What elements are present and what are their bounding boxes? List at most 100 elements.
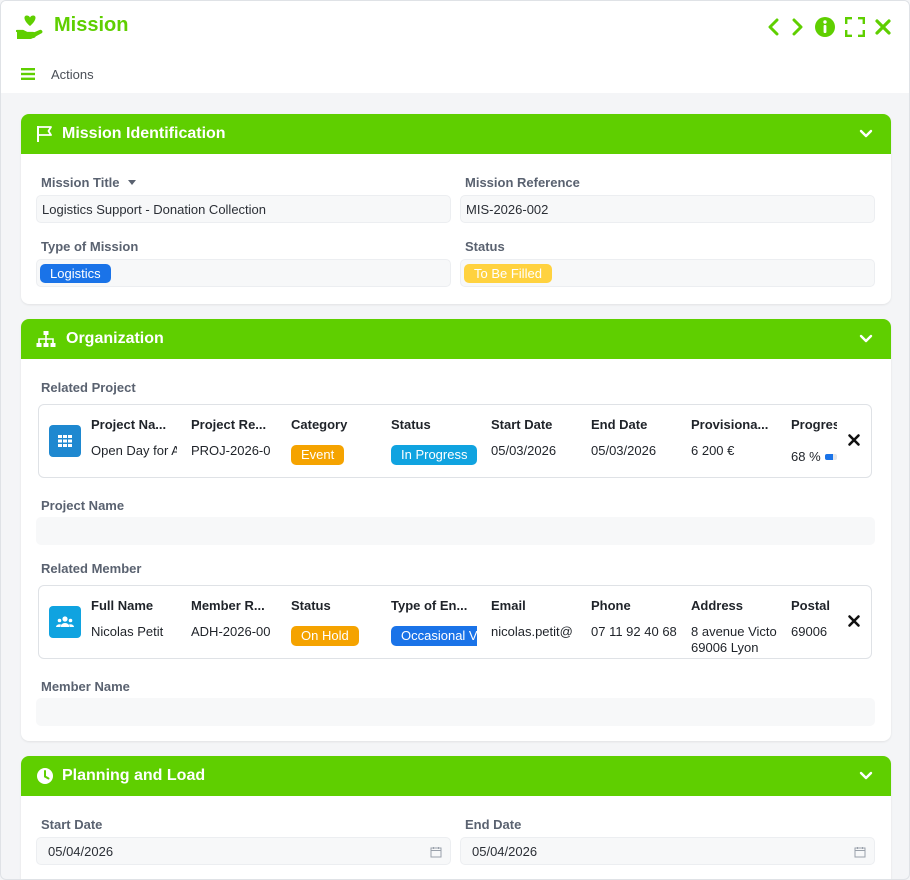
member-status-cell: Status On Hold [291, 586, 377, 658]
cell-value: 6 200 € [691, 443, 735, 458]
status-field[interactable]: To Be Filled [460, 259, 875, 287]
cell-value: 05/03/2026 [591, 443, 657, 458]
sort-down-icon[interactable] [127, 179, 137, 187]
column-header: Postal C [791, 598, 833, 613]
member-avatar [49, 606, 81, 638]
actions-menu[interactable]: Actions [51, 67, 94, 82]
column-header: Full Name [91, 598, 154, 613]
member-address-cell: Address 8 avenue Victo 69006 Lyon [691, 586, 777, 658]
project-budget-cell: Provisiona... 6 200 € [691, 405, 777, 477]
section-header[interactable]: Planning and Load [21, 756, 891, 796]
title-bar: Mission [1, 1, 909, 53]
section-title: Planning and Load [62, 767, 206, 784]
project-start-date-cell: Start Date 05/03/2026 [491, 405, 577, 477]
column-header: Type of En... [391, 598, 468, 613]
calendar-icon[interactable] [854, 846, 866, 858]
cell-value: nicolas.petit@ [491, 624, 573, 639]
related-project-label: Related Project [41, 380, 136, 395]
category-badge: Event [291, 445, 345, 465]
related-member-row[interactable]: Full Name Nicolas Petit Member R... ADH-… [38, 585, 872, 659]
hamburger-menu-icon[interactable] [21, 68, 35, 80]
cell-value: ADH-2026-00 [191, 624, 271, 639]
member-name-label: Member Name [41, 679, 130, 694]
expand-icon [845, 17, 865, 37]
cell-value: 07 11 92 40 68 [591, 624, 677, 639]
status-badge: In Progress [391, 445, 477, 465]
status-badge: To Be Filled [464, 264, 552, 283]
column-header: Status [391, 417, 431, 432]
mission-type-field[interactable]: Logistics [36, 259, 451, 287]
column-header: Project Na... [91, 417, 167, 432]
chevron-right-icon [792, 18, 803, 36]
address-line-2: 69006 Lyon [691, 640, 759, 655]
mission-title-label: Mission Title [41, 175, 137, 190]
actions-bar: Actions [1, 53, 909, 93]
window-title: Mission [54, 14, 129, 36]
column-header: Progres [791, 417, 837, 432]
column-header: Phone [591, 598, 631, 613]
related-project-row[interactable]: Project Na... Open Day for A Project Re.… [38, 404, 872, 478]
start-date-input[interactable]: 05/04/2026 [36, 837, 451, 865]
end-date-input[interactable]: 05/04/2026 [460, 837, 875, 865]
remove-project-icon[interactable] [847, 433, 861, 447]
project-progress-cell: Progres 68 % [791, 405, 837, 477]
column-header: Address [691, 598, 744, 613]
organization-section: Organization Related Project Project Na.… [21, 319, 891, 741]
remove-member-icon[interactable] [847, 614, 861, 628]
start-date-label: Start Date [41, 817, 103, 832]
grid-icon [58, 435, 72, 447]
next-button[interactable] [786, 16, 808, 38]
cell-value: PROJ-2026-0 [191, 443, 271, 458]
chevron-down-icon[interactable] [859, 769, 873, 783]
section-title: Organization [66, 330, 164, 347]
member-postal-cell: Postal C 69006 [791, 586, 833, 658]
progress-bar [825, 454, 837, 460]
maximize-button[interactable] [844, 16, 866, 38]
chevron-down-icon[interactable] [859, 127, 873, 141]
mission-identification-section: Mission Identification Mission Title Log… [21, 114, 891, 304]
column-header: Status [291, 598, 331, 613]
member-phone-cell: Phone 07 11 92 40 68 [591, 586, 677, 658]
chevron-left-icon [768, 18, 779, 36]
mission-reference-label: Mission Reference [465, 175, 580, 190]
sitemap-icon [36, 331, 56, 347]
member-reference-cell: Member R... ADH-2026-00 [191, 586, 277, 658]
clock-icon [37, 768, 53, 784]
close-button[interactable] [872, 16, 894, 38]
related-member-label: Related Member [41, 561, 142, 576]
mission-type-label: Type of Mission [41, 239, 139, 254]
member-type-cell: Type of En... Occasional V [391, 586, 477, 658]
mission-window: Mission Actions Mission Identification M… [0, 0, 910, 880]
cell-value: 69006 [791, 624, 828, 639]
calendar-icon[interactable] [430, 846, 442, 858]
project-category-cell: Category Event [291, 405, 377, 477]
column-header: Member R... [191, 598, 265, 613]
project-end-date-cell: End Date 05/03/2026 [591, 405, 677, 477]
mission-title-field[interactable]: Logistics Support - Donation Collection [36, 195, 451, 223]
info-button[interactable] [814, 16, 836, 38]
users-icon [56, 616, 74, 627]
flag-icon [37, 126, 52, 142]
start-date-value: 05/04/2026 [48, 844, 114, 859]
project-name-field[interactable] [36, 517, 875, 545]
project-name-label: Project Name [41, 498, 125, 513]
member-email-cell: Email nicolas.petit@ [491, 586, 577, 658]
project-reference-cell: Project Re... PROJ-2026-0 [191, 405, 277, 477]
column-header: Provisiona... [691, 417, 769, 432]
progress-fill [825, 454, 834, 460]
hand-heart-icon [16, 15, 43, 39]
column-header: Start Date [491, 417, 553, 432]
address-line-1: 8 avenue Victo [691, 624, 777, 639]
section-header[interactable]: Mission Identification [21, 114, 891, 154]
section-header[interactable]: Organization [21, 319, 891, 359]
previous-button[interactable] [763, 16, 785, 38]
chevron-down-icon[interactable] [859, 332, 873, 346]
mission-reference-field[interactable]: MIS-2026-002 [460, 195, 875, 223]
column-header: End Date [591, 417, 648, 432]
mission-title-label-text: Mission Title [41, 175, 120, 190]
end-date-label: End Date [465, 817, 522, 832]
mission-type-tag: Logistics [40, 264, 111, 283]
info-icon [815, 17, 835, 37]
member-name-field[interactable] [36, 698, 875, 726]
column-header: Email [491, 598, 526, 613]
